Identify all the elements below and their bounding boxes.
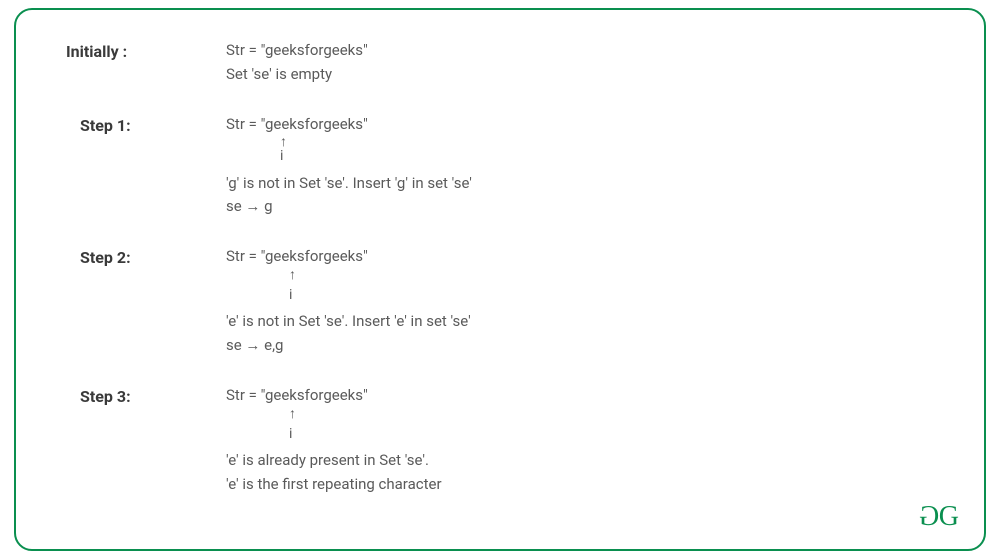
step3-content: Str = "geeksforgeeks" ↑ i 'e' is already…: [226, 385, 442, 498]
step1-content: Str = "geeksforgeeks" ↑ i 'g' is not in …: [226, 114, 472, 221]
step2-label: Step 2:: [66, 246, 226, 267]
geeksforgeeks-logo: GG: [922, 501, 956, 533]
step1-pointer-i: i: [226, 146, 472, 166]
step3-str: Str = "geeksforgeeks": [226, 385, 442, 407]
logo-g2: G: [939, 501, 956, 532]
step2-str: Str = "geeksforgeeks": [226, 246, 471, 268]
step3-label: Step 3:: [66, 385, 226, 406]
initially-str: Str = "geeksforgeeks": [226, 40, 368, 62]
initially-content: Str = "geeksforgeeks" Set 'se' is empty: [226, 40, 368, 88]
diagram-frame: Initially : Str = "geeksforgeeks" Set 's…: [14, 8, 986, 551]
step1-str: Str = "geeksforgeeks": [226, 114, 472, 136]
initially-set: Set 'se' is empty: [226, 64, 368, 86]
step3-row: Step 3: Str = "geeksforgeeks" ↑ i 'e' is…: [66, 385, 934, 498]
step3-desc1: 'e' is already present in Set 'se'.: [226, 450, 442, 472]
step1-desc: 'g' is not in Set 'se'. Insert 'g' in se…: [226, 173, 472, 195]
step3-desc2: 'e' is the first repeating character: [226, 474, 442, 496]
step2-arrow-icon: ↑: [226, 270, 471, 281]
logo-g1: G: [922, 501, 939, 533]
step2-row: Step 2: Str = "geeksforgeeks" ↑ i 'e' is…: [66, 246, 934, 359]
step1-row: Step 1: Str = "geeksforgeeks" ↑ i 'g' is…: [66, 114, 934, 221]
step2-pointer-i: i: [226, 285, 471, 305]
initially-row: Initially : Str = "geeksforgeeks" Set 's…: [66, 40, 934, 88]
step3-arrow-icon: ↑: [226, 409, 442, 420]
step1-se: se → g: [226, 196, 472, 218]
step2-desc: 'e' is not in Set 'se'. Insert 'e' in se…: [226, 311, 471, 333]
step2-content: Str = "geeksforgeeks" ↑ i 'e' is not in …: [226, 246, 471, 359]
step3-pointer-i: i: [226, 424, 442, 444]
step1-label: Step 1:: [66, 114, 226, 135]
initially-label: Initially :: [66, 40, 226, 61]
step2-se: se → e,g: [226, 335, 471, 357]
